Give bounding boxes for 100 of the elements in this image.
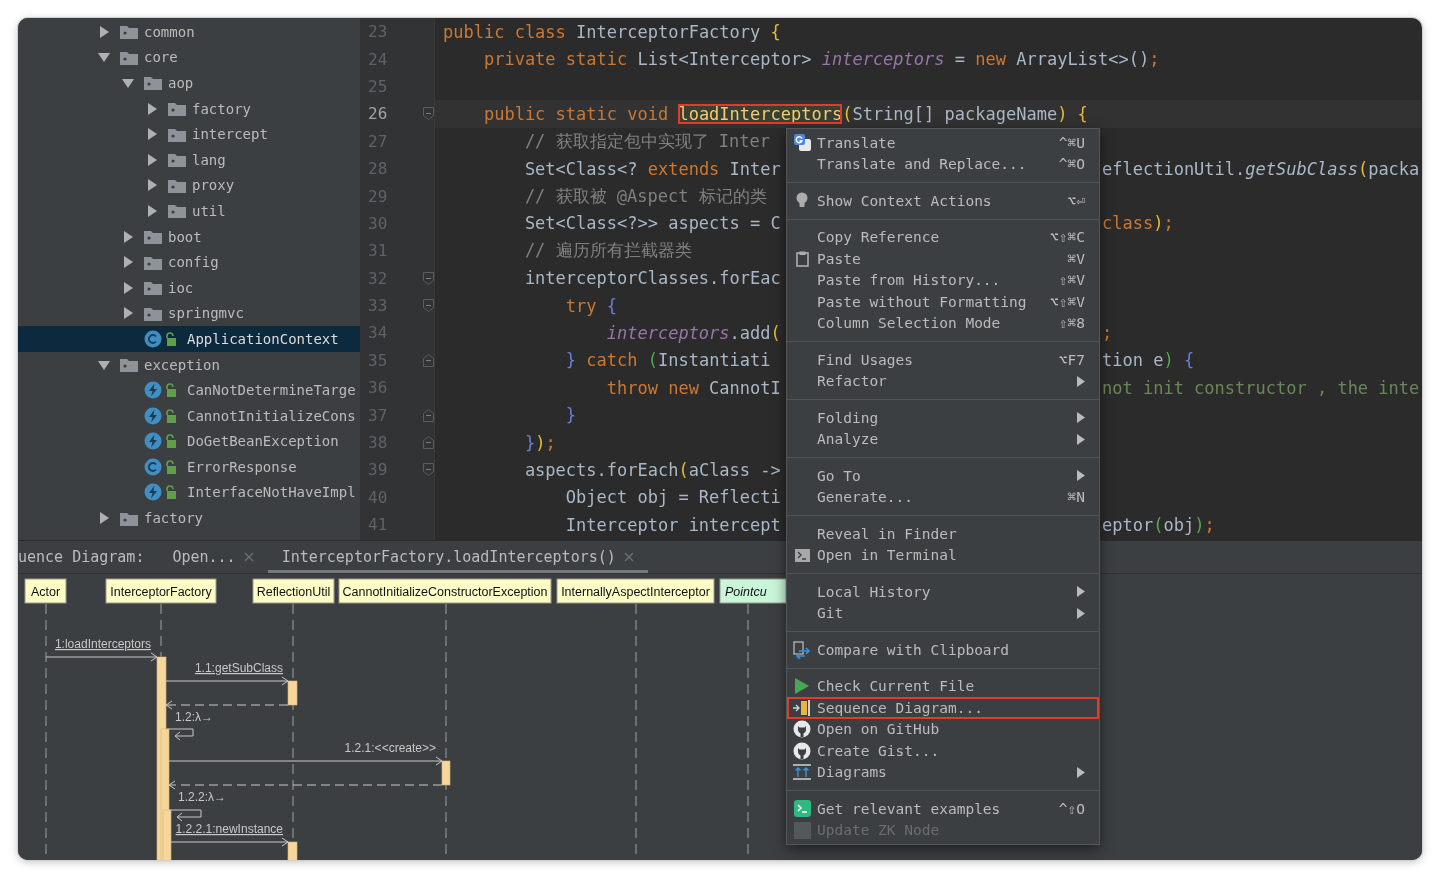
menu-item[interactable]: Reveal in Finder bbox=[787, 523, 1099, 545]
menu-item[interactable]: Create Gist... bbox=[787, 740, 1099, 762]
tree-item[interactable]: config bbox=[18, 249, 360, 275]
collapse-arrow-icon[interactable] bbox=[98, 358, 110, 371]
expand-arrow-icon[interactable] bbox=[146, 102, 158, 115]
tree-item[interactable]: ErrorResponse bbox=[18, 454, 360, 480]
tree-item[interactable]: core bbox=[18, 44, 360, 71]
menu-item[interactable]: Find Usages ⌥F7 bbox=[787, 349, 1099, 371]
lifeline-header[interactable]: ReflectionUtil bbox=[252, 578, 335, 604]
lifeline-header[interactable]: Pointcu bbox=[719, 578, 786, 604]
shortcut-label: ⌥⇧⌘C bbox=[1050, 229, 1085, 246]
tree-item[interactable]: InterfaceNotHaveImpl bbox=[18, 479, 360, 506]
code-line: eflectionUtil.getSubClass(packa bbox=[1102, 158, 1421, 179]
menu-item[interactable]: Paste ⌘V bbox=[787, 248, 1099, 270]
expand-arrow-icon[interactable] bbox=[146, 128, 158, 141]
fold-marker-icon[interactable] bbox=[422, 299, 434, 313]
message-label: 1.2.2.1:newInstance bbox=[175, 822, 283, 836]
tree-item[interactable]: boot bbox=[18, 223, 360, 250]
expand-arrow-icon[interactable] bbox=[122, 307, 134, 320]
lock-icon bbox=[165, 485, 177, 500]
menu-item[interactable]: Show Context Actions ⌥⏎ bbox=[787, 190, 1099, 212]
expand-arrow-icon[interactable] bbox=[122, 256, 134, 269]
menu-item[interactable]: Compare with Clipboard bbox=[787, 639, 1099, 661]
expand-arrow-icon[interactable] bbox=[98, 512, 110, 525]
lifeline-header[interactable]: CannotInitializeConstructorException bbox=[338, 578, 552, 604]
diagram-tab[interactable]: Open... bbox=[158, 541, 268, 573]
menu-item[interactable]: Translate ^⌘U bbox=[787, 132, 1099, 154]
folder-icon bbox=[120, 24, 138, 40]
menu-item[interactable]: Paste without Formatting ⌥⇧⌘V bbox=[787, 291, 1099, 313]
code-line: eptor(obj); bbox=[1102, 514, 1216, 535]
menu-item[interactable]: Git bbox=[787, 602, 1099, 624]
menu-item[interactable]: Folding bbox=[787, 407, 1099, 429]
code-line: tion e) { bbox=[1102, 350, 1196, 371]
diagram-tab[interactable]: InterceptorFactory.loadInterceptors() bbox=[267, 541, 648, 573]
fold-marker-icon[interactable] bbox=[422, 436, 434, 450]
message-label: 1.1:getSubClass bbox=[194, 661, 283, 675]
menu-item[interactable]: Get relevant examples ^⇧O bbox=[787, 798, 1099, 820]
tree-item[interactable]: springmvc bbox=[18, 300, 360, 327]
self-call-arrow bbox=[168, 809, 202, 822]
lifeline-header[interactable]: Actor bbox=[24, 578, 67, 604]
menu-item[interactable]: Column Selection Mode ⇧⌘8 bbox=[787, 312, 1099, 334]
tree-item[interactable]: CanNotDetermineTarge bbox=[18, 377, 360, 403]
line-number: 26 bbox=[368, 104, 388, 124]
menu-item[interactable]: Sequence Diagram... bbox=[787, 697, 1099, 719]
tree-item[interactable]: DoGetBeanException bbox=[18, 428, 360, 455]
tree-item[interactable]: aop bbox=[18, 70, 360, 96]
tree-item[interactable]: intercept bbox=[18, 121, 360, 147]
expand-arrow-icon[interactable] bbox=[146, 179, 158, 192]
menu-item[interactable]: Diagrams bbox=[787, 761, 1099, 783]
code-line: Object obj = Reflecti bbox=[564, 487, 781, 508]
collapse-arrow-icon[interactable] bbox=[122, 77, 134, 89]
fold-marker-icon[interactable] bbox=[422, 107, 434, 121]
menu-item[interactable]: Open in Terminal bbox=[787, 544, 1099, 566]
tree-item[interactable]: exception bbox=[18, 351, 360, 378]
class-icon bbox=[144, 457, 162, 476]
activation-bar bbox=[287, 680, 298, 706]
tree-item[interactable]: lang bbox=[18, 146, 360, 173]
fold-marker-icon[interactable] bbox=[422, 408, 434, 422]
code-line: // 遍历所有拦截器类 bbox=[523, 239, 692, 263]
lightbulb-icon bbox=[796, 192, 808, 210]
expand-arrow-icon[interactable] bbox=[98, 25, 110, 38]
compare-icon bbox=[793, 640, 811, 659]
menu-item[interactable]: Paste from History... ⇧⌘V bbox=[787, 269, 1099, 291]
tree-item[interactable]: proxy bbox=[18, 172, 360, 199]
menu-item[interactable]: Translate and Replace... ^⌘O bbox=[787, 153, 1099, 175]
terminal-icon bbox=[793, 800, 811, 818]
menu-item[interactable]: Analyze bbox=[787, 428, 1099, 450]
folder-icon bbox=[168, 101, 186, 117]
github-icon bbox=[793, 741, 811, 760]
code-line: interceptorClasses.forEac bbox=[523, 268, 781, 289]
expand-arrow-icon[interactable] bbox=[146, 153, 158, 166]
sequence-diagram-icon bbox=[793, 699, 811, 716]
menu-item[interactable]: Open on GitHub bbox=[787, 718, 1099, 740]
expand-arrow-icon[interactable] bbox=[146, 204, 158, 217]
tree-item[interactable]: ioc bbox=[18, 274, 360, 301]
menu-item[interactable]: Check Current File bbox=[787, 675, 1099, 697]
fold-marker-icon[interactable] bbox=[422, 271, 434, 285]
expand-arrow-icon[interactable] bbox=[122, 230, 134, 243]
tree-item[interactable]: common bbox=[18, 19, 360, 45]
shortcut-label: ⌘N bbox=[1067, 489, 1085, 506]
collapse-arrow-icon[interactable] bbox=[98, 51, 110, 64]
tree-item[interactable]: factory bbox=[18, 505, 360, 531]
menu-item[interactable]: Copy Reference ⌥⇧⌘C bbox=[787, 226, 1099, 248]
fold-marker-icon[interactable] bbox=[422, 463, 434, 477]
menu-item[interactable]: Go To bbox=[787, 465, 1099, 487]
tree-item[interactable]: util bbox=[18, 198, 360, 224]
fold-marker-icon[interactable] bbox=[422, 353, 434, 367]
expand-arrow-icon[interactable] bbox=[122, 281, 134, 294]
tree-item[interactable]: ApplicationContext bbox=[18, 326, 360, 352]
menu-item[interactable]: Refactor bbox=[787, 370, 1099, 392]
lifeline-header[interactable]: InternallyAspectInterceptor bbox=[556, 578, 715, 604]
code-line: ; bbox=[1102, 323, 1114, 343]
menu-item[interactable]: Generate... ⌘N bbox=[787, 486, 1099, 508]
shortcut-label: ^⌘O bbox=[1058, 156, 1085, 173]
lifeline-header[interactable]: InterceptorFactory bbox=[105, 578, 217, 604]
menu-item[interactable]: Local History bbox=[787, 581, 1099, 603]
activation-bar bbox=[441, 760, 451, 786]
code-line: public class InterceptorFactory { bbox=[443, 21, 781, 42]
tree-item[interactable]: factory bbox=[18, 95, 360, 122]
tree-item[interactable]: CannotInitializeCons bbox=[18, 402, 360, 429]
